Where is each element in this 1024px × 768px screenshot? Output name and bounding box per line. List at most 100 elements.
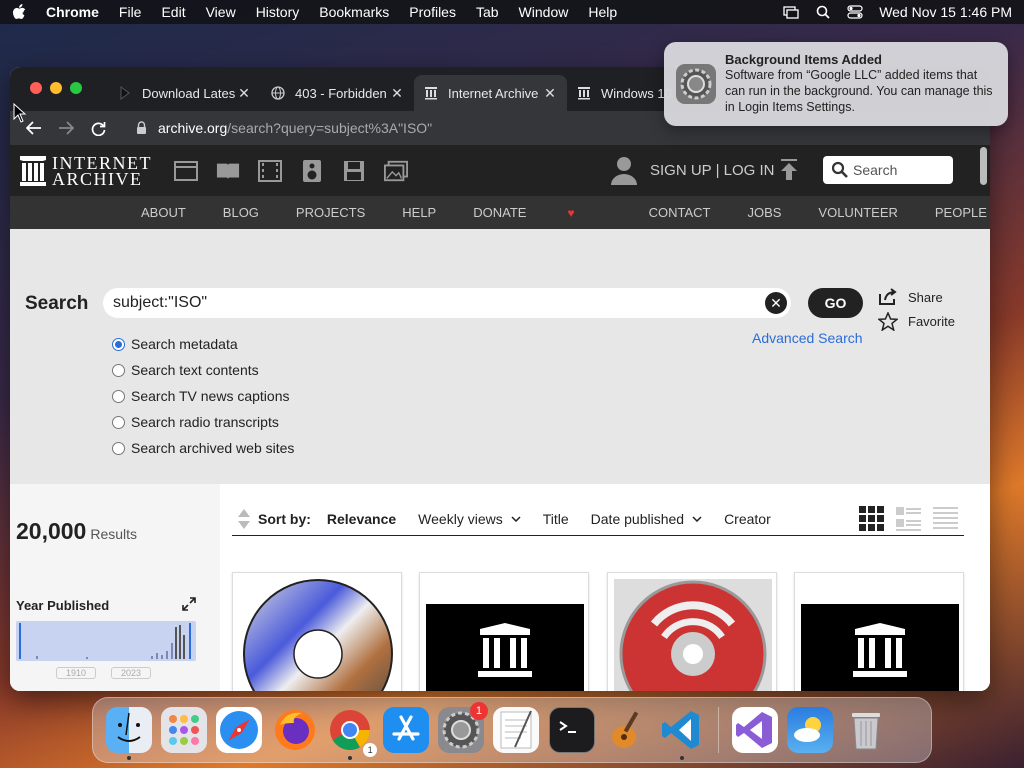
ia-logo[interactable]: INTERNET ARCHIVE [20,154,152,189]
radio-search-tv-captions[interactable]: Search TV news captions [112,383,294,409]
radio-button[interactable] [112,415,125,429]
sort-title[interactable]: Title [543,511,569,527]
signup-login-link[interactable]: SIGN UP | LOG IN [650,162,774,179]
forward-button[interactable] [52,114,80,142]
radio-button[interactable] [112,389,125,403]
year-published-heading: Year Published [16,598,110,613]
list-detail-view-icon[interactable] [896,506,921,531]
trash-icon[interactable] [843,707,889,753]
clock[interactable]: Wed Nov 15 1:46 PM [879,4,1012,20]
video-icon[interactable] [257,159,282,183]
menu-tab[interactable]: Tab [476,4,499,20]
menu-window[interactable]: Window [519,4,569,20]
radio-search-metadata[interactable]: Search metadata [112,331,294,357]
tab-download[interactable]: Download Lates ✕ [108,75,261,111]
radio-button[interactable] [112,441,125,455]
close-tab-icon[interactable]: ✕ [237,85,251,102]
reload-button[interactable] [84,114,112,142]
radio-search-text-contents[interactable]: Search text contents [112,357,294,383]
nav-contact[interactable]: CONTACT [649,205,711,220]
compact-list-view-icon[interactable] [933,506,958,531]
nav-help[interactable]: HELP [402,205,436,220]
menu-edit[interactable]: Edit [161,4,185,20]
sort-relevance[interactable]: Relevance [327,511,396,527]
close-window-button[interactable] [30,82,42,94]
radio-search-radio-transcripts[interactable]: Search radio transcripts [112,409,294,435]
result-card[interactable] [794,572,964,691]
web-icon[interactable] [173,159,198,183]
tile-view-icon[interactable] [859,506,884,531]
nav-projects[interactable]: PROJECTS [296,205,365,220]
terminal-icon[interactable] [548,707,595,753]
menu-profiles[interactable]: Profiles [409,4,456,20]
apple-icon[interactable] [12,4,28,20]
result-card[interactable] [232,572,402,691]
user-avatar-icon[interactable] [610,155,638,185]
audio-icon[interactable] [300,159,324,183]
ia-logo-line2: ARCHIVE [52,168,143,189]
menu-bookmarks[interactable]: Bookmarks [319,4,389,20]
lock-icon[interactable] [136,121,148,135]
advanced-search-link[interactable]: Advanced Search [752,330,863,346]
search-query-input[interactable]: subject:"ISO" ✕ [103,288,791,318]
year-histogram[interactable] [16,621,196,661]
tab-internet-archive[interactable]: Internet Archive ✕ [414,75,567,111]
menu-history[interactable]: History [256,4,300,20]
sort-icon [236,508,252,530]
go-button[interactable]: GO [808,288,863,318]
sort-date-published[interactable]: Date published [591,511,702,527]
background-items-notification[interactable]: Background Items Added Software from “Go… [664,42,1008,126]
favorite-button[interactable]: Favorite [877,311,955,332]
chrome-icon[interactable]: 1 [327,707,378,760]
system-settings-badge: 1 [469,702,488,720]
images-icon[interactable] [383,159,408,183]
sort-creator[interactable]: Creator [724,511,771,527]
menu-app-name[interactable]: Chrome [46,4,99,20]
upload-icon[interactable] [780,159,798,181]
clear-icon[interactable]: ✕ [765,292,787,314]
close-tab-icon[interactable]: ✕ [543,85,557,102]
safari-icon[interactable] [216,707,263,753]
radio-button[interactable] [112,363,125,377]
menu-file[interactable]: File [119,4,142,20]
ia-search-input[interactable]: Search [823,156,953,184]
screen-mirroring-icon[interactable] [783,5,799,19]
page-scrollbar[interactable] [980,147,987,185]
app-store-icon[interactable] [382,707,429,753]
tab-403-forbidden[interactable]: 403 - Forbidden ✕ [261,75,414,111]
texts-icon[interactable] [216,159,240,183]
radio-button[interactable] [112,337,125,351]
radio-search-archived-web[interactable]: Search archived web sites [112,435,294,461]
spotlight-search-icon[interactable] [815,5,831,19]
result-card[interactable] [607,572,777,691]
expand-icon[interactable] [182,597,196,611]
nav-blog[interactable]: BLOG [223,205,259,220]
year-from-input[interactable]: 1910 [56,667,96,679]
menu-help[interactable]: Help [588,4,617,20]
menu-view[interactable]: View [206,4,236,20]
minimize-window-button[interactable] [50,82,62,94]
visual-studio-icon[interactable] [731,707,778,753]
textedit-icon[interactable] [493,707,540,753]
firefox-icon[interactable] [272,707,318,753]
url-path: /search?query=subject%3A"ISO" [227,120,433,136]
system-settings-icon[interactable]: 1 [437,702,488,753]
year-to-input[interactable]: 2023 [111,667,151,679]
vscode-icon[interactable] [659,707,705,760]
nav-about[interactable]: ABOUT [141,205,186,220]
garageband-icon[interactable] [604,707,650,753]
zoom-window-button[interactable] [70,82,82,94]
weather-icon[interactable] [787,707,834,753]
control-center-icon[interactable] [847,5,863,19]
share-button[interactable]: Share [878,288,943,306]
sort-weekly-views[interactable]: Weekly views [418,511,521,527]
nav-jobs[interactable]: JOBS [747,205,781,220]
launchpad-icon[interactable] [161,707,208,753]
nav-donate[interactable]: DONATE ♥ [473,205,611,220]
finder-icon[interactable] [105,707,152,760]
software-icon[interactable] [342,159,366,183]
nav-volunteer[interactable]: VOLUNTEER [818,205,897,220]
nav-people[interactable]: PEOPLE [935,205,987,220]
result-card[interactable] [419,572,589,691]
close-tab-icon[interactable]: ✕ [390,85,404,102]
